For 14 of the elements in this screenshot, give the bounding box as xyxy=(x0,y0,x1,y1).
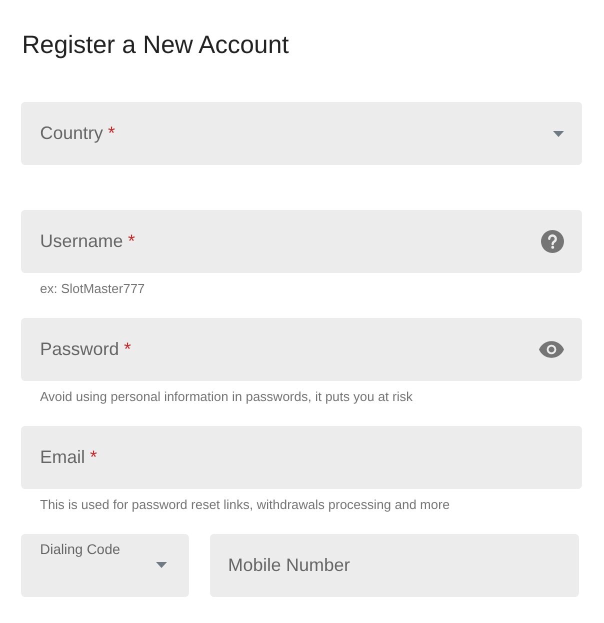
eye-icon[interactable] xyxy=(539,341,564,358)
country-select[interactable]: Country * xyxy=(21,102,582,165)
mobile-number-field[interactable]: Mobile Number xyxy=(210,534,579,597)
page-title: Register a New Account xyxy=(22,30,290,61)
email-field[interactable]: Email * xyxy=(21,426,582,489)
field-hint: ex: SlotMaster777 xyxy=(39,280,146,296)
help-icon[interactable] xyxy=(541,230,564,253)
password-field[interactable]: Password * xyxy=(21,318,582,381)
caret-icon xyxy=(553,130,564,136)
dialing-code-select[interactable]: Dialing Code xyxy=(21,534,189,597)
field-hint: This is used for password reset links, withdrawals processing and more xyxy=(39,496,451,512)
caret-icon xyxy=(156,562,167,568)
field-hint: Avoid using personal information in passwords, it puts you at risk xyxy=(39,388,414,404)
username-field[interactable]: Username * xyxy=(21,210,582,273)
